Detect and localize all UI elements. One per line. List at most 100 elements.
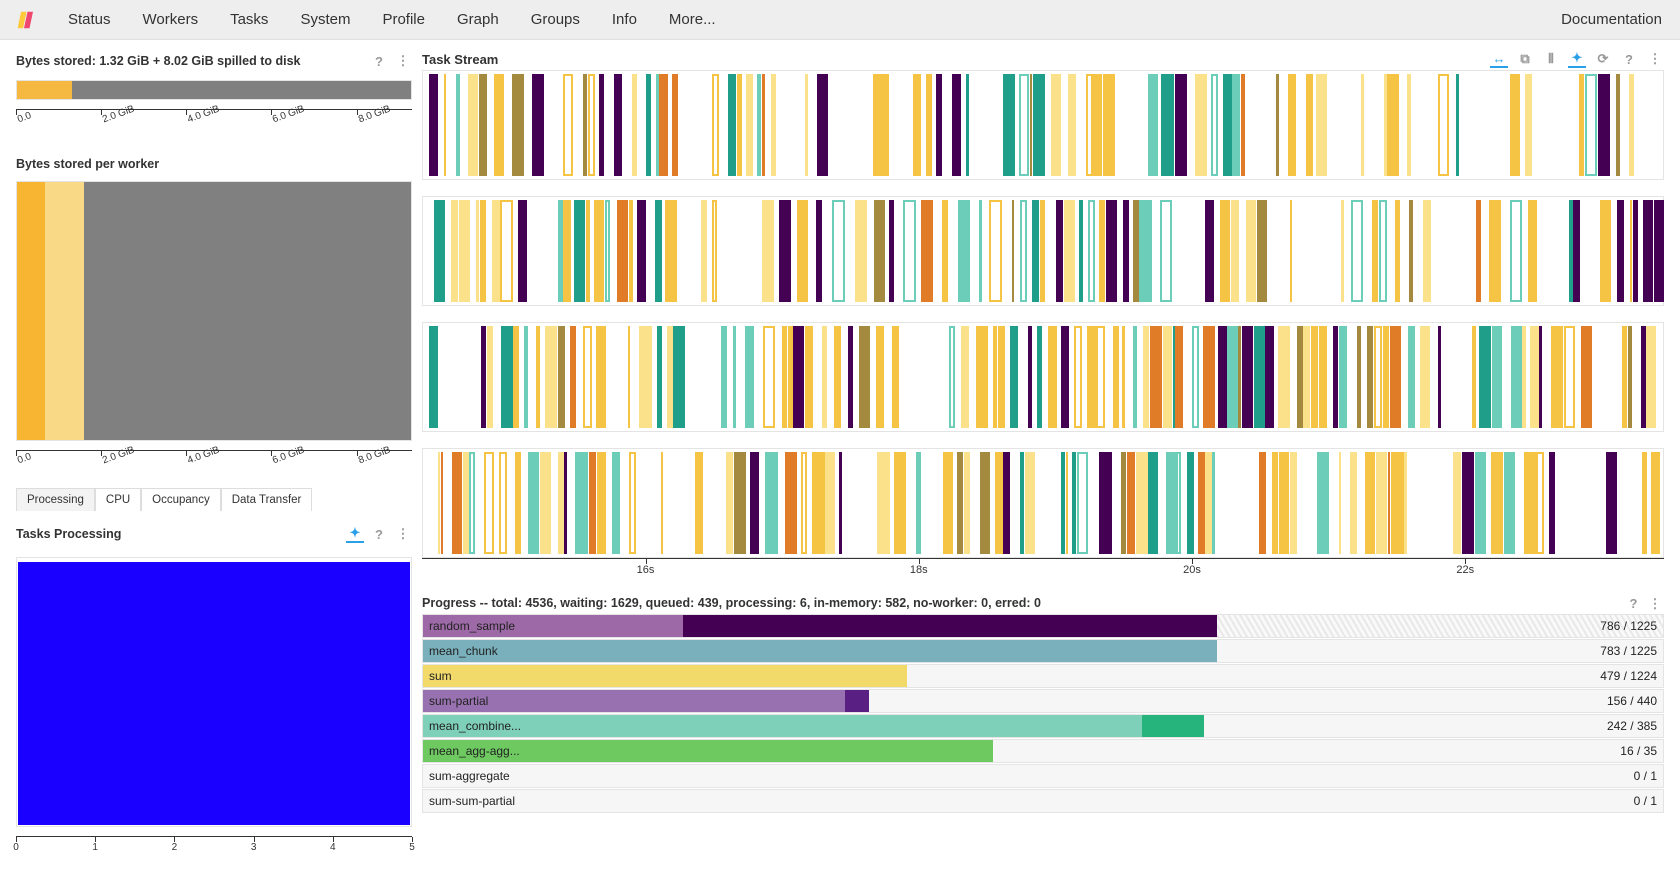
task-bar bbox=[629, 200, 633, 302]
task-bar bbox=[877, 452, 890, 554]
task-bar bbox=[524, 326, 528, 428]
task-bar bbox=[958, 200, 960, 302]
help-icon[interactable]: ? bbox=[370, 525, 388, 543]
nav-more[interactable]: More... bbox=[669, 11, 716, 28]
boxzoom-icon[interactable]: ⧉ bbox=[1516, 50, 1534, 68]
task-bar bbox=[733, 326, 735, 428]
task-bar bbox=[1511, 326, 1522, 428]
task-bar bbox=[480, 200, 487, 302]
tab-data-transfer[interactable]: Data Transfer bbox=[221, 488, 313, 511]
nav-profile[interactable]: Profile bbox=[382, 11, 425, 28]
bytes-stored-xaxis: 0.0 2.0 GiB 4.0 GiB 6.0 GiB 8.0 GiB bbox=[16, 109, 412, 133]
task-bar bbox=[1087, 326, 1095, 428]
task-bar bbox=[1088, 200, 1094, 302]
task-bar bbox=[734, 452, 746, 554]
nav-groups[interactable]: Groups bbox=[531, 11, 580, 28]
progress-count: 0 / 1 bbox=[1634, 790, 1657, 812]
task-bar bbox=[1522, 326, 1526, 428]
task-bar bbox=[765, 452, 777, 554]
task-bar bbox=[966, 74, 969, 176]
task-bar bbox=[805, 74, 808, 176]
task-bar bbox=[825, 452, 834, 554]
tasks-processing-header: Tasks Processing ✦ ? ⋮ bbox=[16, 523, 412, 545]
nav-info[interactable]: Info bbox=[612, 11, 637, 28]
task-bar bbox=[1388, 452, 1390, 554]
progress-row-mean-agg: mean_agg-agg... 16 / 35 bbox=[422, 739, 1664, 763]
task-bar bbox=[1641, 326, 1646, 428]
task-bar bbox=[1074, 326, 1082, 428]
task-bar bbox=[476, 200, 479, 302]
hover-icon[interactable]: ✦ bbox=[1568, 50, 1586, 68]
task-bar bbox=[1218, 326, 1227, 428]
task-bar bbox=[1423, 200, 1431, 302]
menu-icon[interactable]: ⋮ bbox=[394, 525, 412, 543]
task-bar bbox=[1489, 200, 1501, 302]
task-bar bbox=[1391, 452, 1404, 554]
task-bar bbox=[1365, 452, 1375, 554]
progress-count: 16 / 35 bbox=[1620, 740, 1657, 762]
task-bar bbox=[1386, 326, 1389, 428]
task-bar bbox=[1492, 326, 1502, 428]
help-icon[interactable]: ? bbox=[370, 52, 388, 70]
task-bar bbox=[1472, 326, 1476, 428]
task-bar bbox=[612, 452, 620, 554]
help-icon[interactable]: ? bbox=[1620, 50, 1638, 68]
task-bar bbox=[583, 326, 592, 428]
task-bar bbox=[452, 452, 462, 554]
help-icon[interactable]: ? bbox=[1625, 594, 1643, 612]
task-stream-chart[interactable]: 16s 18s 20s 22s bbox=[422, 70, 1664, 580]
task-bar bbox=[1187, 452, 1194, 554]
task-bar bbox=[1357, 326, 1362, 428]
nav-system[interactable]: System bbox=[300, 11, 350, 28]
task-bar bbox=[1456, 74, 1459, 176]
task-bar bbox=[1025, 452, 1035, 554]
task-bar bbox=[1160, 200, 1172, 302]
task-bar bbox=[1278, 326, 1290, 428]
task-bar bbox=[1003, 452, 1010, 554]
task-bar bbox=[468, 74, 478, 176]
task-bar bbox=[518, 200, 526, 302]
menu-icon[interactable]: ⋮ bbox=[1646, 50, 1664, 68]
reset-icon[interactable]: ⟳ bbox=[1594, 50, 1612, 68]
task-bar bbox=[712, 74, 719, 176]
task-bar bbox=[1030, 74, 1033, 176]
nav-tasks[interactable]: Tasks bbox=[230, 11, 268, 28]
task-bar bbox=[451, 200, 458, 302]
nav-status[interactable]: Status bbox=[68, 11, 111, 28]
task-bar bbox=[1306, 74, 1313, 176]
tasks-processing-xaxis: 0 1 2 3 4 5 bbox=[16, 836, 412, 854]
task-bar bbox=[1279, 452, 1290, 554]
menu-icon[interactable]: ⋮ bbox=[1646, 595, 1664, 613]
dask-logo-icon bbox=[18, 9, 40, 31]
xwheel-icon[interactable]: ⦀ bbox=[1542, 50, 1560, 68]
progress-label: mean_chunk bbox=[429, 640, 498, 662]
task-bar bbox=[1316, 74, 1327, 176]
nav-documentation[interactable]: Documentation bbox=[1561, 11, 1662, 28]
nav-graph[interactable]: Graph bbox=[457, 11, 499, 28]
task-bar bbox=[995, 452, 1002, 554]
pan-icon[interactable]: ↔ bbox=[1490, 50, 1508, 68]
task-bar bbox=[921, 200, 933, 302]
hover-icon[interactable]: ✦ bbox=[346, 525, 364, 543]
task-bar bbox=[596, 326, 606, 428]
tab-occupancy[interactable]: Occupancy bbox=[141, 488, 221, 511]
task-bar bbox=[1220, 200, 1230, 302]
task-bar bbox=[588, 74, 596, 176]
tab-processing[interactable]: Processing bbox=[16, 488, 95, 511]
task-bar bbox=[832, 200, 844, 302]
nav-workers[interactable]: Workers bbox=[143, 11, 199, 28]
task-bar bbox=[1600, 200, 1610, 302]
task-bar bbox=[957, 452, 964, 554]
task-bar bbox=[859, 326, 870, 428]
task-bar bbox=[1265, 326, 1273, 428]
task-bar bbox=[855, 200, 867, 302]
menu-icon[interactable]: ⋮ bbox=[394, 52, 412, 70]
task-bar bbox=[1420, 326, 1430, 428]
task-bar bbox=[646, 74, 650, 176]
task-bar bbox=[429, 74, 438, 176]
progress-count: 242 / 385 bbox=[1607, 715, 1657, 737]
task-bar bbox=[515, 452, 521, 554]
task-bar bbox=[479, 74, 487, 176]
task-bar bbox=[1290, 200, 1292, 302]
tab-cpu[interactable]: CPU bbox=[95, 488, 141, 511]
